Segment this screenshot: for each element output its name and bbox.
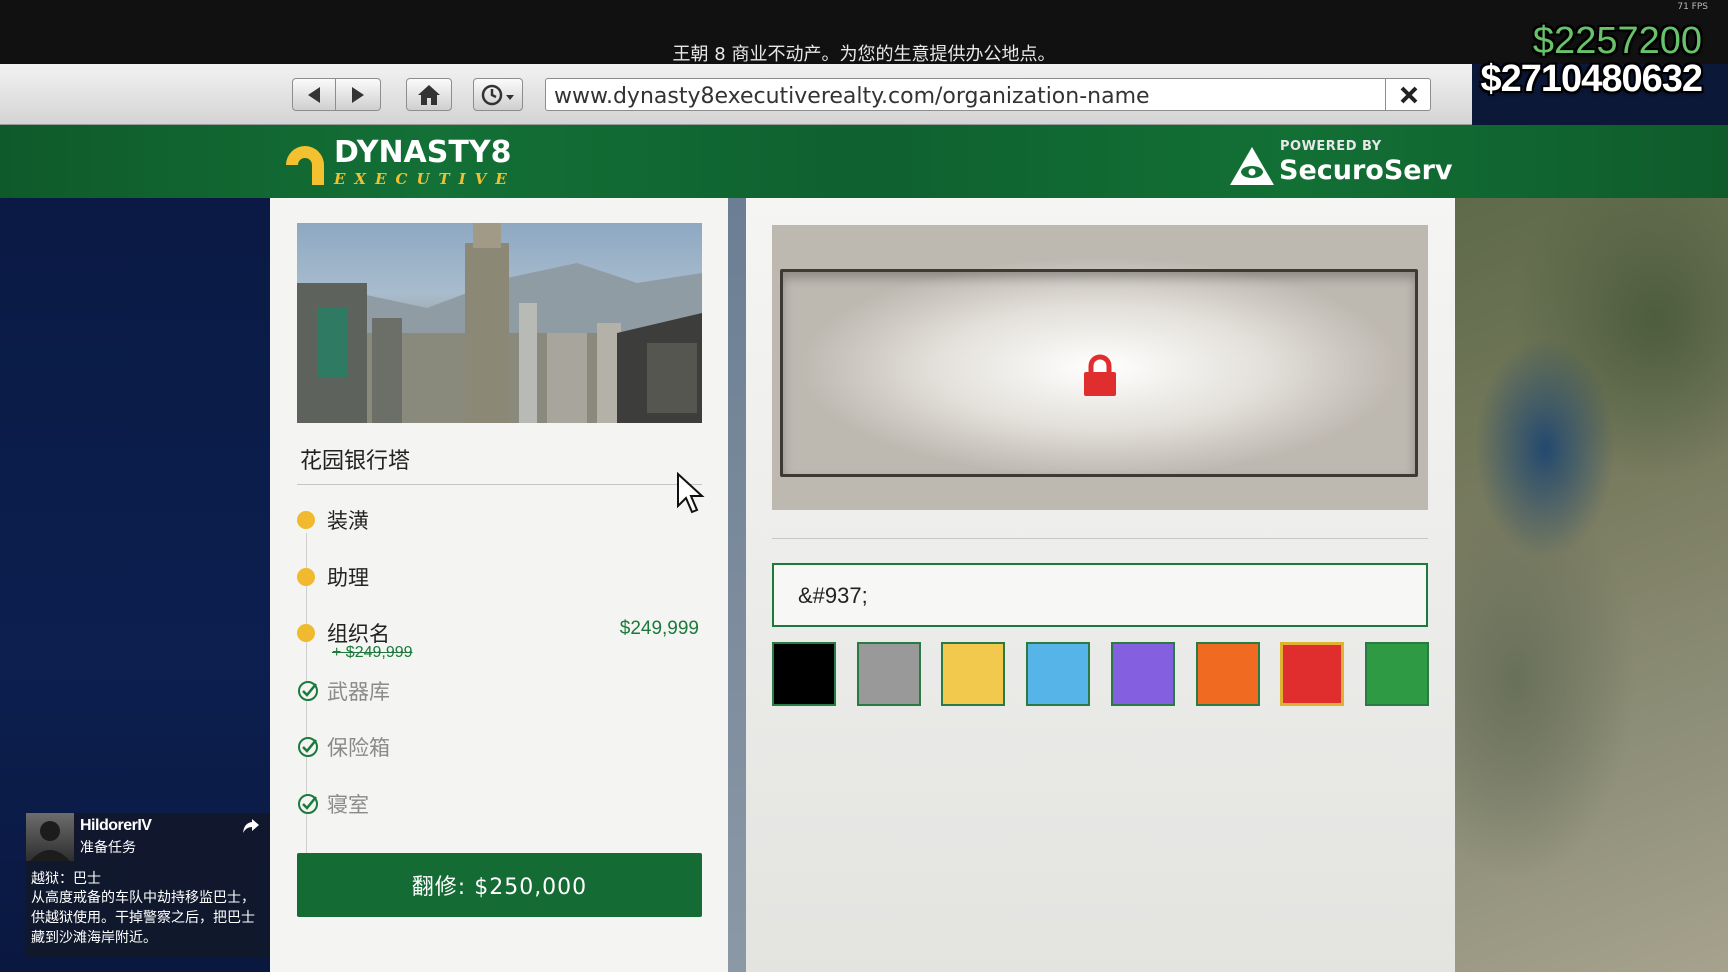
notification-subject: 准备任务 [80,840,136,856]
site-header: DYNASTY8 EXECUTIVE POWERED BY SecuroServ [0,125,1728,198]
organization-name-panel: &#937; [746,198,1455,972]
option-label: 装潢 [327,509,369,533]
mission-notification: HildorerIV 准备任务 越狱：巴士 从高度戒备的车队中劫持移监巴士，供越… [26,813,270,957]
hud-bank: $2710480632 [1480,58,1703,100]
color-swatch[interactable] [941,642,1005,706]
option-label: 寝室 [327,793,369,817]
color-swatch[interactable] [772,642,836,706]
divider [772,538,1428,539]
option-row-organization-name[interactable]: 组织名 $249,999 + $249,999 [297,616,702,661]
top-bar: 王朝 8 商业不动产。为您的生意提供办公地点。 71 FPS [0,0,1728,65]
address-bar[interactable]: www.dynasty8executiverealty.com/organiza… [545,78,1431,111]
option-label: 保险箱 [327,736,390,760]
signage-preview [772,225,1428,510]
person-silhouette-icon [30,821,70,861]
dynasty8-emblem-icon [286,146,324,185]
property-image [297,223,702,423]
bullet-dot-icon [297,624,315,642]
address-url[interactable]: www.dynasty8executiverealty.com/organiza… [554,84,1150,109]
notification-sender: HildorerIV [80,817,152,834]
property-panel: 花园银行塔 装潢 助理 组织名 $249,999 + $249,999 武器库 … [270,198,728,972]
close-icon [1400,86,1417,103]
color-swatch[interactable] [1365,642,1429,706]
securoserv-name: SecuroServ [1279,155,1453,186]
city-skyline-image [297,223,702,423]
clock-icon [481,84,514,105]
background-map-right [1455,198,1728,972]
home-button[interactable] [406,78,452,111]
option-old-price: + $249,999 [332,644,413,661]
option-row-assistant[interactable]: 助理 [297,560,702,600]
organization-name-input[interactable]: &#937; [772,563,1428,627]
lock-icon [1084,354,1116,396]
option-row-gunlocker[interactable]: 武器库 [297,674,702,714]
option-label: 武器库 [327,680,390,704]
history-button[interactable] [473,78,523,111]
logo-text-executive: EXECUTIVE [334,170,516,188]
check-icon [298,794,318,814]
color-swatch[interactable] [1280,642,1344,706]
browser-toolbar: www.dynasty8executiverealty.com/organiza… [0,64,1472,125]
option-row-bedroom[interactable]: 寝室 [297,787,702,827]
renovate-button[interactable]: 翻修: $250,000 [297,853,702,917]
color-swatch[interactable] [1026,642,1090,706]
option-label: 助理 [327,566,369,590]
fps-counter: 71 FPS [1677,2,1708,12]
bullet-dot-icon [297,511,315,529]
share-arrow-icon [243,819,259,833]
option-price: $249,999 [619,618,699,639]
close-url-button[interactable] [1385,78,1431,111]
logo-text-dynasty8: DYNASTY8 [334,135,512,170]
forward-button[interactable] [336,78,381,111]
home-icon [418,84,440,105]
securoserv-logo: POWERED BY SecuroServ [1228,137,1453,193]
page-title: 王朝 8 商业不动产。为您的生意提供办公地点。 [672,44,1056,65]
organization-name-value[interactable]: &#937; [798,583,868,609]
option-row-decor[interactable]: 装潢 [297,503,702,543]
background-map-middle [728,198,746,972]
avatar [26,813,74,861]
mouse-cursor-icon [677,472,705,514]
bullet-dot-icon [297,568,315,586]
property-name: 花园银行塔 [300,449,411,474]
notification-body: 从高度戒备的车队中劫持移监巴士，供越狱使用。干掉警察之后，把巴士藏到沙滩海岸附近… [31,890,255,946]
back-arrow-icon [308,86,320,103]
divider [297,484,702,485]
check-icon [298,681,318,701]
forward-arrow-icon [352,86,364,103]
option-row-safe[interactable]: 保险箱 [297,730,702,770]
dynasty8-logo[interactable]: DYNASTY8 EXECUTIVE [282,135,511,191]
notification-title: 越狱：巴士 [31,871,101,887]
back-button[interactable] [292,78,336,111]
color-swatch[interactable] [1111,642,1175,706]
color-swatch[interactable] [857,642,921,706]
color-swatch[interactable] [1196,642,1260,706]
securoserv-emblem-icon [1230,147,1274,185]
check-icon [298,737,318,757]
powered-by-label: POWERED BY [1280,139,1382,154]
hud-cash: $2257200 [1532,20,1702,62]
